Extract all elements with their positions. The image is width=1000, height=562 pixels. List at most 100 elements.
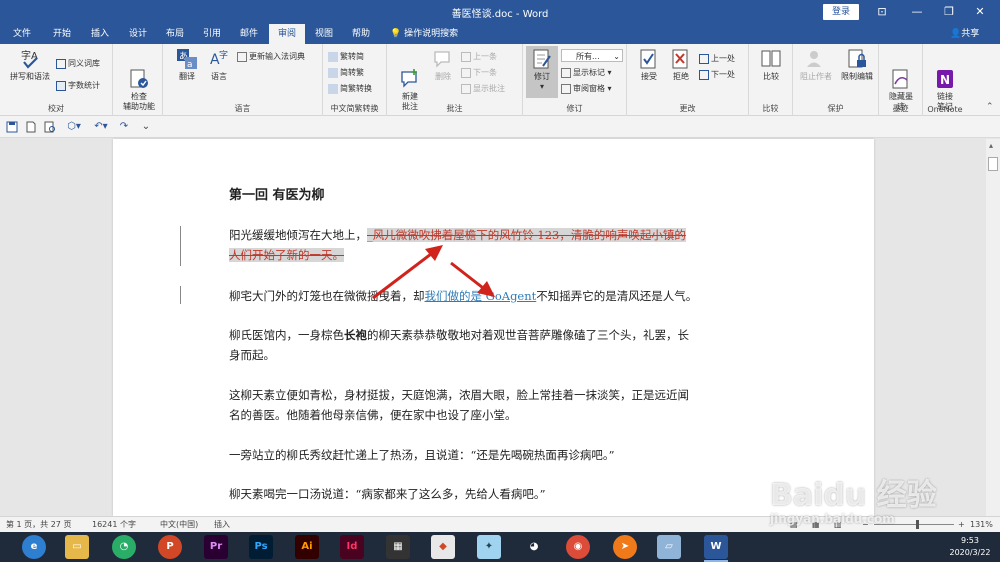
redo-icon[interactable]: ↷ <box>118 121 130 133</box>
undo-icon[interactable]: ↶▾ <box>92 121 110 133</box>
compare-icon <box>760 48 782 70</box>
browser-360-icon[interactable]: e <box>22 535 46 559</box>
new-comment-icon <box>399 58 421 88</box>
vertical-scrollbar[interactable]: ▴ <box>986 139 1000 516</box>
premiere-icon[interactable]: Pr <box>204 535 228 559</box>
spelling-grammar-button[interactable]: 字A 拼写和语法 <box>6 48 54 82</box>
previous-comment-button[interactable]: 上一条 <box>461 50 497 63</box>
restrict-editing-button[interactable]: 限制编辑 <box>837 48 877 82</box>
thesaurus-button[interactable]: 同义词库 <box>56 57 100 70</box>
group-label: 校对 <box>48 104 64 113</box>
photoshop-icon[interactable]: Ps <box>249 535 273 559</box>
orange-app-icon[interactable]: ➤ <box>613 535 637 559</box>
person-icon: 👤 <box>950 29 962 39</box>
reject-button[interactable]: 拒绝 <box>667 48 695 82</box>
word-count-button[interactable]: 字数统计 <box>56 79 100 92</box>
word-count-icon <box>56 80 66 91</box>
group-onenote: N 链接 笔记 OneNote <box>923 44 967 116</box>
indesign-icon[interactable]: Id <box>340 535 364 559</box>
previous-change-button[interactable]: 上一处 <box>699 52 735 65</box>
translate-button[interactable]: あa 翻译 <box>173 48 201 82</box>
language-button[interactable]: A字 语言 <box>205 48 233 82</box>
close-icon[interactable]: ✕ <box>968 3 992 21</box>
markup-select[interactable]: 所有... ⌄ <box>561 49 623 62</box>
show-comments-button[interactable]: 显示批注 <box>461 82 505 95</box>
tab-file[interactable]: 文件 <box>8 24 36 44</box>
notes-icon[interactable]: ▱ <box>657 535 681 559</box>
bird-app-icon[interactable]: ✦ <box>477 535 501 559</box>
zoom-in-icon[interactable]: + <box>958 519 965 531</box>
tab-layout[interactable]: 布局 <box>159 24 191 44</box>
insert-mode[interactable]: 插入 <box>214 519 230 531</box>
group-label: 批注 <box>446 104 463 113</box>
word-count[interactable]: 16241 个字 <box>92 519 136 531</box>
reject-icon <box>670 48 692 70</box>
block-authors-button[interactable]: 阻止作者 <box>797 48 835 82</box>
shape-icon[interactable]: ⬡▾ <box>64 121 84 133</box>
powerpoint-icon[interactable]: P <box>158 535 182 559</box>
tab-home[interactable]: 开始 <box>46 24 78 44</box>
simplified-to-traditional-button[interactable]: 简转繁 <box>328 66 364 79</box>
compare-button[interactable]: 比较 <box>757 48 785 82</box>
tab-insert[interactable]: 插入 <box>84 24 116 44</box>
tell-me-search[interactable]: 💡 操作说明搜索 <box>390 24 458 44</box>
document-area: 第一回 有医为柳 阳光缓缓地倾泻在大地上，_风儿微微吹拂着屋檐下的风竹铃 123… <box>0 139 1000 516</box>
word-taskbar-icon[interactable]: W <box>704 535 728 559</box>
share-button[interactable]: 👤共享 <box>950 24 979 44</box>
tab-help[interactable]: 帮助 <box>345 24 377 44</box>
reviewing-pane-button[interactable]: 审阅窗格 ▾ <box>561 82 612 95</box>
hide-ink-icon <box>890 58 912 89</box>
scroll-up-icon[interactable]: ▴ <box>989 141 993 150</box>
traditional-to-simplified-button[interactable]: 繁转简 <box>328 50 364 63</box>
maximize-icon[interactable]: ❐ <box>937 3 961 21</box>
group-tracking: 修订 ▾ 所有... ⌄ 显示标记 ▾ 审阅窗格 ▾ 修订 <box>523 44 627 116</box>
scroll-thumb[interactable] <box>988 157 998 171</box>
ribbon-tabs: 文件 开始 插入 设计 布局 引用 邮件 审阅 视图 帮助 💡 操作说明搜索 👤… <box>0 24 1000 44</box>
ppt-tool-icon[interactable]: ◆ <box>431 535 455 559</box>
chinese-conversion-button[interactable]: 简繁转换 <box>328 82 372 95</box>
accept-button[interactable]: 接受 <box>635 48 663 82</box>
delete-comment-button[interactable]: 删除 <box>429 48 457 82</box>
minimize-icon[interactable]: — <box>905 3 929 21</box>
show-markup-button[interactable]: 显示标记 ▾ <box>561 66 612 79</box>
chrome-icon[interactable]: ◉ <box>566 535 590 559</box>
next-change-button[interactable]: 下一处 <box>699 68 735 81</box>
clock[interactable]: 9:53 2020/3/22 <box>940 535 1000 559</box>
tab-mailings[interactable]: 邮件 <box>233 24 265 44</box>
check-accessibility-button[interactable]: 检查 辅助功能 <box>119 48 159 112</box>
tab-review[interactable]: 审阅 <box>269 24 305 44</box>
zoom-slider-thumb[interactable] <box>916 520 919 529</box>
video-editor-icon[interactable]: ▦ <box>386 535 410 559</box>
zoom-level[interactable]: 131% <box>970 519 993 531</box>
convert-icon <box>328 83 338 94</box>
wechat-icon[interactable]: ◔ <box>112 535 136 559</box>
group-protect: 阻止作者 限制编辑 保护 <box>793 44 879 116</box>
linked-notes-button[interactable]: N 链接 笔记 <box>929 48 961 112</box>
collapse-ribbon-icon[interactable]: ⌃ <box>986 102 994 112</box>
language-indicator[interactable]: 中文(中国) <box>160 519 198 531</box>
illustrator-icon[interactable]: Ai <box>295 535 319 559</box>
page-count[interactable]: 第 1 页，共 27 页 <box>6 519 71 531</box>
login-button[interactable]: 登录 <box>823 4 859 20</box>
customize-toolbar-icon[interactable]: ⌄ <box>140 121 152 133</box>
track-changes-button[interactable]: 修订 ▾ <box>526 46 558 98</box>
qq-icon[interactable]: ◕ <box>522 535 546 559</box>
ribbon-display-options-icon[interactable]: ⊡ <box>870 3 894 21</box>
next-comment-button[interactable]: 下一条 <box>461 66 497 79</box>
next-change-icon <box>699 69 709 80</box>
update-ime-dictionary-button[interactable]: 更新输入法词典 <box>237 50 305 63</box>
group-label: 比较 <box>762 104 779 113</box>
save-icon[interactable] <box>6 121 18 133</box>
file-explorer-icon[interactable]: ▭ <box>65 535 89 559</box>
document-page[interactable]: 第一回 有医为柳 阳光缓缓地倾泻在大地上，_风儿微微吹拂着屋檐下的风竹铃 123… <box>113 139 874 516</box>
tab-view[interactable]: 视图 <box>308 24 340 44</box>
tab-design[interactable]: 设计 <box>122 24 154 44</box>
print-preview-icon[interactable] <box>44 121 56 133</box>
lock-icon <box>846 48 868 70</box>
onenote-icon: N <box>934 58 956 88</box>
accept-icon <box>638 48 660 70</box>
group-chinese-conversion: 繁转简 简转繁 简繁转换 中文简繁转换 <box>323 44 387 116</box>
group-compare: 比较 比较 <box>749 44 793 116</box>
tab-references[interactable]: 引用 <box>196 24 228 44</box>
new-document-icon[interactable] <box>25 121 37 133</box>
